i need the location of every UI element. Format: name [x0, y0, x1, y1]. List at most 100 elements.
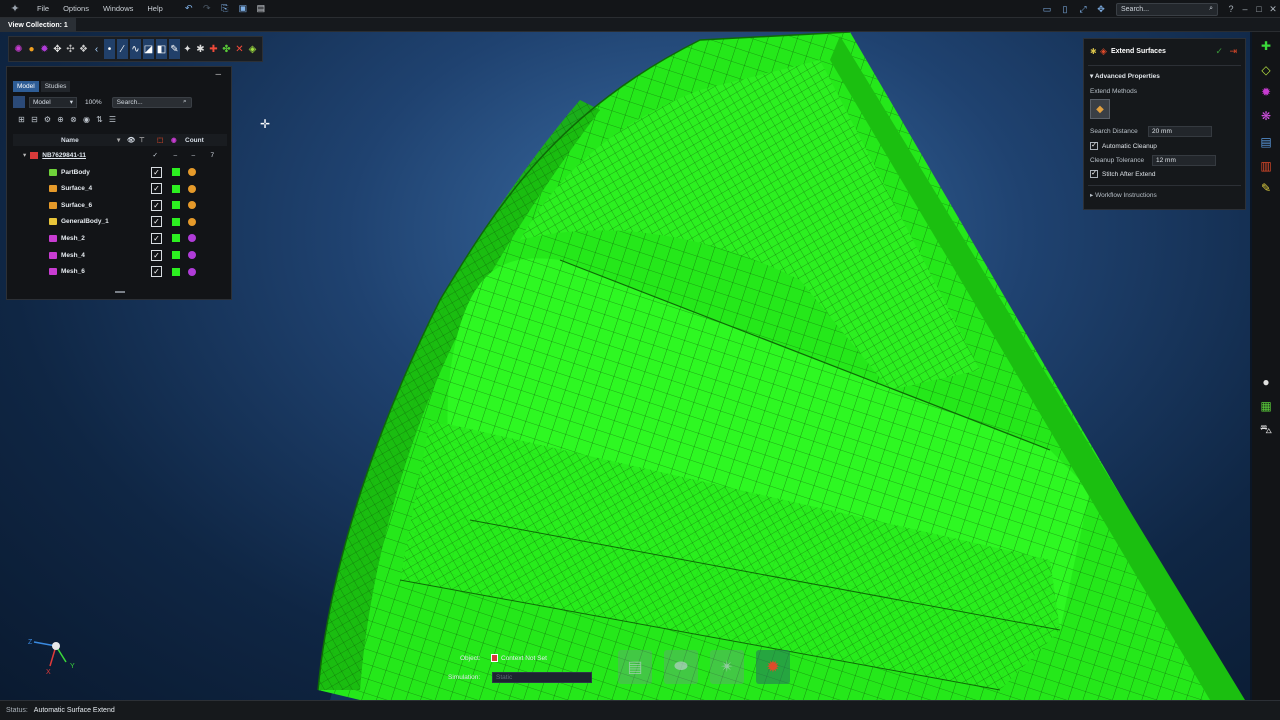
help-dropdown-icon[interactable]: ?	[1224, 4, 1238, 14]
fix-tool-icon[interactable]: ✚	[208, 39, 219, 59]
surface-icon[interactable]: ◇	[1258, 62, 1274, 78]
simulation-setup-icon[interactable]: ▤	[618, 650, 652, 684]
layers-icon[interactable]: ▤	[1258, 134, 1274, 150]
column-count[interactable]: Count	[185, 137, 204, 144]
filter-hide-icon[interactable]: ⊗	[67, 115, 80, 125]
tree-item-row[interactable]: Mesh_6 ✓	[13, 264, 227, 280]
exit-icon[interactable]: ⇥	[1229, 46, 1237, 57]
filter-list-icon[interactable]: ☰	[106, 115, 119, 125]
link-icon[interactable]: ⤢	[1074, 4, 1092, 15]
column-name[interactable]: Name	[61, 137, 117, 144]
workflow-instructions-toggle[interactable]: ▸ Workflow Instructions	[1090, 191, 1157, 199]
extend-tool-icon[interactable]: ✦	[182, 39, 193, 59]
menu-file[interactable]: File	[30, 4, 56, 13]
sort-icon[interactable]: ▾	[117, 136, 127, 144]
search-distance-field[interactable]: 20 mm	[1148, 126, 1212, 137]
solid-tool-icon[interactable]: ◧	[156, 39, 167, 59]
visibility-checkbox[interactable]: ✓	[151, 166, 162, 178]
connector-tool-icon[interactable]: ✱	[195, 39, 206, 59]
zoom-level[interactable]: 100%	[85, 99, 102, 106]
tree-item-row[interactable]: GeneralBody_1 ✓	[13, 214, 227, 230]
close-window-icon[interactable]: ✕	[1266, 4, 1280, 15]
create-geometry-icon[interactable]: ✚	[1258, 38, 1274, 54]
redo-icon[interactable]: ↷	[198, 0, 216, 18]
point-tool-icon[interactable]: •	[104, 39, 115, 59]
color-swatch[interactable]	[172, 184, 180, 193]
menu-options[interactable]: Options	[56, 4, 96, 13]
tree-item-row[interactable]: PartBody ✓	[13, 164, 227, 180]
simulation-dropdown[interactable]: Static	[492, 672, 592, 683]
menu-windows[interactable]: Windows	[96, 4, 140, 13]
stitch-after-extend-checkbox[interactable]: ✓ Stitch After Extend	[1090, 170, 1155, 178]
tree-item-row[interactable]: Surface_6 ✓	[13, 197, 227, 213]
tree-root-row[interactable]: ▾ NB7629841-11 ✓ – – 7	[13, 149, 227, 161]
select-tool-icon[interactable]: ‹	[91, 39, 102, 59]
menu-help[interactable]: Help	[140, 4, 169, 13]
visibility-checkbox[interactable]: ✓	[151, 183, 162, 195]
simulation-run-icon[interactable]: ✴	[710, 650, 744, 684]
assembly-tool-icon[interactable]: ✥	[52, 39, 63, 59]
wand-icon[interactable]: ✎	[1258, 180, 1274, 196]
resize-grip[interactable]	[115, 291, 125, 293]
object-value[interactable]: Context Not Set	[501, 655, 547, 662]
advanced-properties-header[interactable]: ▾ Advanced Properties	[1090, 72, 1160, 80]
apply-check-icon[interactable]: ✓	[1215, 46, 1223, 57]
camera-icon[interactable]: ⛍	[1258, 422, 1274, 438]
visibility-checkbox[interactable]: ✓	[151, 249, 162, 261]
simulation-load-icon[interactable]: ⬬	[664, 650, 698, 684]
filter-column-icon[interactable]: ⊤	[139, 136, 157, 144]
visibility-checkbox[interactable]: ✓	[151, 216, 162, 228]
pin-icon[interactable]: ✱	[1090, 47, 1097, 56]
filter-collapse-icon[interactable]: ⊟	[28, 115, 41, 125]
midsurface-tool-icon[interactable]: ◈	[247, 39, 258, 59]
export-icon[interactable]: ▤	[252, 0, 270, 18]
mesh-icon[interactable]: ✹	[1258, 84, 1274, 100]
transform-tool-icon[interactable]: ✣	[65, 39, 76, 59]
surface-tool-icon[interactable]: ◪	[143, 39, 154, 59]
refine-tool-icon[interactable]: ✤	[221, 39, 232, 59]
color-swatch[interactable]	[172, 234, 180, 243]
global-search-input[interactable]: Search... ⌕	[1116, 2, 1218, 16]
color-swatch[interactable]	[172, 217, 180, 226]
parts-tool-icon[interactable]: ❖	[78, 39, 89, 59]
color-swatch[interactable]	[172, 267, 180, 276]
tree-item-row[interactable]: Surface_4 ✓	[13, 181, 227, 197]
filter-tree-icon[interactable]: ⊞	[15, 115, 28, 125]
tree-item-row[interactable]: Mesh_4 ✓	[13, 247, 227, 263]
color-column-icon[interactable]: ⬚	[157, 136, 171, 144]
geometry-tool-icon[interactable]: ✺	[13, 39, 24, 59]
tree-item-row[interactable]: Mesh_2 ✓	[13, 230, 227, 246]
document-icon[interactable]: ▯	[1056, 4, 1074, 15]
measure-icon[interactable]: ▥	[1258, 158, 1274, 174]
color-swatch[interactable]	[172, 251, 180, 259]
filter-sort-icon[interactable]: ⇅	[93, 115, 106, 125]
cut-tool-icon[interactable]: ✕	[234, 39, 245, 59]
root-visibility-check[interactable]: ✓	[144, 151, 166, 159]
tab-studies[interactable]: Studies	[40, 81, 71, 92]
tab-model[interactable]: Model	[13, 81, 39, 92]
cleanup-tolerance-field[interactable]: 12 mm	[1152, 155, 1216, 166]
layout-icon[interactable]: ▭	[1038, 4, 1056, 15]
section-icon[interactable]: ▦	[1258, 398, 1274, 414]
undo-icon[interactable]: ↶	[180, 0, 198, 18]
visibility-checkbox[interactable]: ✓	[151, 266, 162, 278]
model-view-dropdown[interactable]: Model ▾	[29, 96, 77, 108]
browser-search-input[interactable]: Search... ⌕	[111, 96, 192, 108]
edit-tool-icon[interactable]: ✎	[169, 39, 180, 59]
visibility-checkbox[interactable]: ✓	[151, 199, 162, 211]
visibility-column-icon[interactable]: 👁	[127, 136, 139, 144]
line-tool-icon[interactable]: ∕	[117, 39, 128, 59]
automatic-cleanup-checkbox[interactable]: ✓ Automatic Cleanup	[1090, 142, 1157, 150]
expand-arrow-icon[interactable]: ▾	[23, 151, 26, 159]
mesh-tool-icon[interactable]: ✹	[39, 39, 50, 59]
color-swatch[interactable]	[172, 201, 180, 210]
view-collection-tab[interactable]: View Collection: 1	[0, 18, 76, 32]
settings-tool-icon[interactable]: ✥	[1092, 4, 1110, 15]
maximize-window-icon[interactable]: □	[1252, 4, 1266, 14]
simulation-results-icon[interactable]: ✹	[756, 650, 790, 684]
type-column-icon[interactable]: ◉	[171, 136, 185, 144]
browser-minimize-icon[interactable]: –	[215, 69, 221, 80]
view-grid-icon[interactable]	[13, 96, 25, 108]
save-icon[interactable]: ▣	[234, 0, 252, 18]
filter-parts-icon[interactable]: ⚙	[41, 115, 54, 125]
